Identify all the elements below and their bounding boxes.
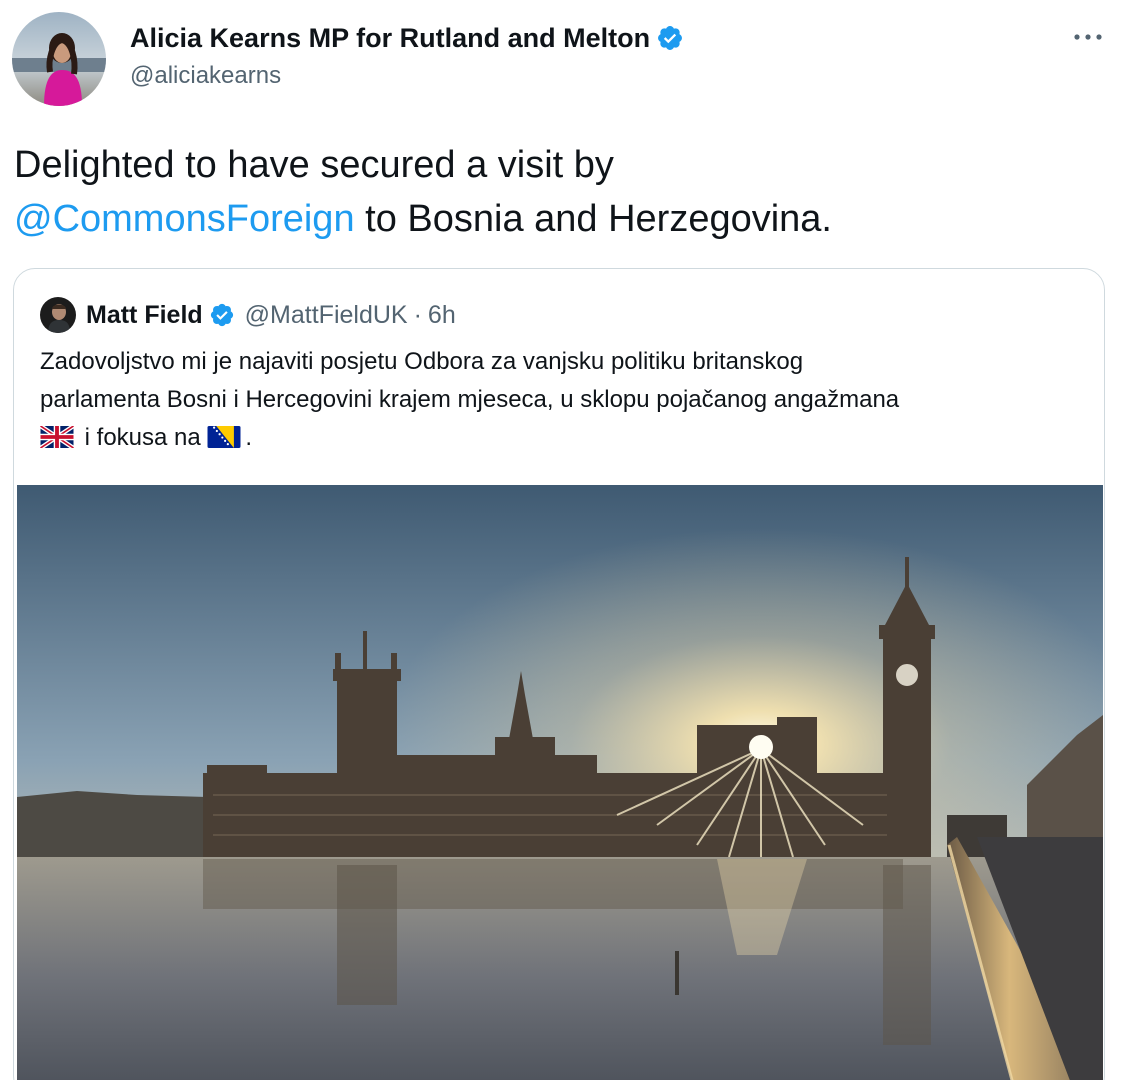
quoted-tweet-header: Matt Field @MattFieldUK · 6h [40, 297, 456, 333]
author-name[interactable]: Alicia Kearns MP for Rutland and Melton [130, 22, 684, 54]
author-name-text: Alicia Kearns MP for Rutland and Melton [130, 23, 651, 53]
tweet-text-line2: to Bosnia and Herzegovina. [354, 198, 832, 240]
quoted-timestamp[interactable]: 6h [428, 301, 456, 330]
separator-dot: · [413, 300, 422, 329]
quoted-author-avatar[interactable] [40, 297, 76, 333]
tweet-text: Delighted to have secured a visit by @Co… [14, 138, 1104, 246]
quoted-tweet-text: Zadovoljstvo mi je najaviti posjetu Odbo… [39, 343, 1080, 457]
tweet: Alicia Kearns MP for Rutland and Melton … [0, 0, 1132, 1080]
quoted-text-end: . [245, 424, 253, 451]
quoted-author-name[interactable]: Matt Field [86, 301, 203, 330]
tweet-text-line1: Delighted to have secured a visit by [14, 144, 614, 186]
bosnia-flag-icon [207, 422, 241, 448]
author-avatar[interactable] [12, 12, 106, 106]
verified-badge-icon [656, 24, 684, 52]
quoted-tweet-card[interactable]: Matt Field @MattFieldUK · 6h Zadovoljstv… [13, 268, 1105, 1080]
author-handle[interactable]: @aliciakearns [130, 60, 281, 92]
mention-link[interactable]: @CommonsForeign [14, 198, 355, 240]
quoted-text-line3: i fokusa na [78, 424, 208, 451]
uk-flag-icon [39, 422, 75, 450]
quoted-media-image[interactable] [17, 485, 1103, 1080]
quoted-author-handle[interactable]: @MattFieldUK [245, 301, 408, 330]
more-options-button[interactable] [1066, 22, 1110, 52]
quoted-text-line1: Zadovoljstvo mi je najaviti posjetu Odbo… [40, 348, 804, 375]
quoted-text-line2: parlamenta Bosni i Hercegovini krajem mj… [40, 386, 900, 413]
more-options-icon [1074, 34, 1102, 40]
verified-badge-icon [209, 302, 235, 328]
